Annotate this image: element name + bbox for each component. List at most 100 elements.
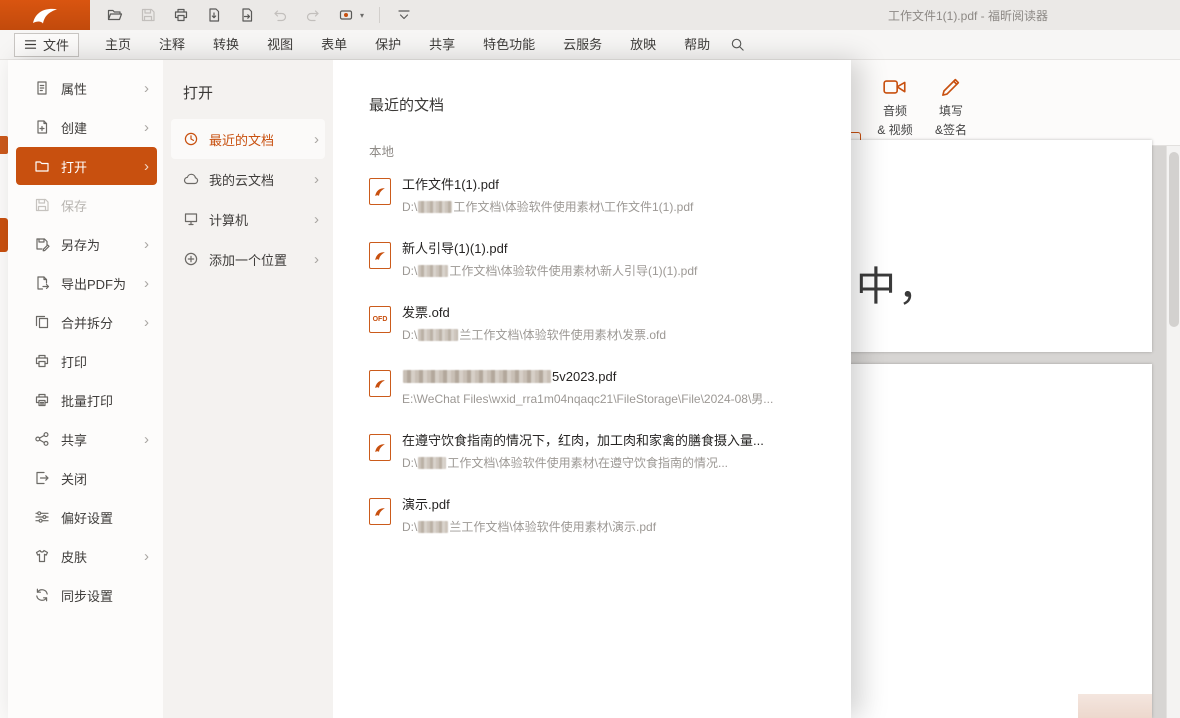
tab-comment[interactable]: 注释 [145, 30, 199, 60]
tab-share[interactable]: 共享 [415, 30, 469, 60]
save-icon[interactable] [139, 6, 157, 24]
page-export-down-icon[interactable] [205, 6, 223, 24]
pdf-file-icon [369, 434, 391, 461]
sidebar-item-save-as[interactable]: 另存为 › [16, 225, 157, 263]
quick-tool-icon[interactable] [337, 6, 355, 24]
scrollbar-thumb[interactable] [1169, 152, 1179, 327]
tab-protect[interactable]: 保护 [361, 30, 415, 60]
file-name: 新人引导(1)(1).pdf [402, 240, 507, 257]
redo-icon[interactable] [304, 6, 322, 24]
partial-orange-icon [0, 136, 8, 154]
ofd-file-icon: OFD [369, 306, 391, 333]
customize-toolbar-icon[interactable] [395, 6, 413, 24]
undo-icon[interactable] [271, 6, 289, 24]
sidebar-item-open[interactable]: 打开 › [16, 147, 157, 185]
pencil-icon [922, 68, 980, 100]
partial-orange-icon [0, 218, 8, 252]
redacted-segment [418, 329, 458, 341]
tab-cloud[interactable]: 云服务 [549, 30, 616, 60]
recent-file-row[interactable]: 新人引导(1)(1).pdf D:\工作文档\体验软件使用素材\新人引导(1)(… [369, 240, 851, 290]
open-icon [34, 158, 50, 174]
tab-present[interactable]: 放映 [616, 30, 670, 60]
chevron-right-icon: › [144, 158, 149, 175]
sidebar-item-combine-split[interactable]: 合并拆分 › [16, 303, 157, 341]
file-path: D:\工作文档\体验软件使用素材\在遵守饮食指南的情况... [402, 454, 764, 471]
open-panel: 打开 最近的文档 › 我的云文档 › 计算机 › 添加一个位置 › [163, 60, 333, 718]
chevron-right-icon: › [314, 131, 319, 148]
preferences-icon [34, 509, 50, 525]
foxit-logo[interactable] [0, 0, 90, 30]
open-file-icon[interactable] [106, 6, 124, 24]
recent-group-label: 本地 [369, 141, 851, 160]
sidebar-item-share[interactable]: 共享 › [16, 420, 157, 458]
recent-file-row[interactable]: 在遵守饮食指南的情况下，红肉，加工肉和家禽的膳食摄入量... D:\工作文档\体… [369, 432, 851, 482]
sync-icon [34, 587, 50, 603]
file-path: D:\兰工作文档\体验软件使用素材\演示.pdf [402, 518, 656, 535]
fill-sign-button[interactable]: 填写 &签名 [922, 68, 980, 138]
tab-help[interactable]: 帮助 [670, 30, 724, 60]
chevron-right-icon: › [144, 119, 149, 136]
hamburger-icon [24, 38, 37, 51]
sidebar-item-sync[interactable]: 同步设置 [16, 576, 157, 614]
sidebar-item-batch-print[interactable]: 批量打印 [16, 381, 157, 419]
pdf-file-icon [369, 178, 391, 205]
sidebar-item-create[interactable]: 创建 › [16, 108, 157, 146]
vertical-scrollbar[interactable] [1166, 146, 1180, 718]
open-item-cloud[interactable]: 我的云文档 › [171, 159, 325, 199]
file-name: 在遵守饮食指南的情况下，红肉，加工肉和家禽的膳食摄入量... [402, 432, 764, 449]
sidebar-item-close[interactable]: 关闭 [16, 459, 157, 497]
save-as-icon [34, 236, 50, 252]
properties-icon [34, 80, 50, 96]
audio-video-button[interactable]: 音频 & 视频 [866, 68, 924, 138]
page-export-right-icon[interactable] [238, 6, 256, 24]
sidebar-item-properties[interactable]: 属性 › [16, 69, 157, 107]
recent-panel-title: 最近的文档 [369, 94, 851, 115]
recent-documents-panel: 最近的文档 本地 工作文件1(1).pdf D:\工作文档\体验软件使用素材\工… [333, 60, 851, 718]
redacted-segment [403, 370, 551, 383]
pdf-file-icon [369, 242, 391, 269]
file-path: D:\工作文档\体验软件使用素材\工作文件1(1).pdf [402, 198, 693, 215]
sidebar-item-export-pdf[interactable]: 导出PDF为 › [16, 264, 157, 302]
file-menu-sidebar: 属性 › 创建 › 打开 › 保存 另存为 › [8, 60, 163, 718]
fox-icon [30, 4, 60, 26]
sidebar-item-save[interactable]: 保存 [16, 186, 157, 224]
print-icon[interactable] [172, 6, 190, 24]
menubar: 文件 主页 注释 转换 视图 表单 保护 共享 特色功能 云服务 放映 帮助 [0, 30, 1180, 60]
quick-tool-dropdown-icon[interactable]: ▾ [360, 11, 364, 20]
chevron-right-icon: › [144, 275, 149, 292]
recent-file-row[interactable]: OFD 发票.ofd D:\兰工作文档\体验软件使用素材\发票.ofd [369, 304, 851, 354]
sidebar-item-preferences[interactable]: 偏好设置 [16, 498, 157, 536]
add-place-icon [183, 251, 199, 267]
quick-access-toolbar: ▾ [106, 6, 413, 24]
recent-file-row[interactable]: 5v2023.pdf E:\WeChat Files\wxid_rra1m04n… [369, 368, 851, 418]
open-item-computer[interactable]: 计算机 › [171, 199, 325, 239]
sidebar-item-print[interactable]: 打印 [16, 342, 157, 380]
close-doc-icon [34, 470, 50, 486]
combine-split-icon [34, 314, 50, 330]
left-edge-strip [0, 60, 8, 718]
tab-features[interactable]: 特色功能 [469, 30, 549, 60]
file-menu-button[interactable]: 文件 [14, 33, 79, 57]
tab-convert[interactable]: 转换 [199, 30, 253, 60]
open-item-recent[interactable]: 最近的文档 › [171, 119, 325, 159]
chevron-right-icon: › [144, 548, 149, 565]
redacted-segment [418, 457, 446, 469]
chevron-right-icon: › [314, 211, 319, 228]
export-pdf-icon [34, 275, 50, 291]
tab-form[interactable]: 表单 [307, 30, 361, 60]
file-name: 5v2023.pdf [552, 368, 616, 385]
document-image-fragment [1078, 694, 1152, 718]
search-icon[interactable] [730, 37, 745, 52]
video-camera-icon [866, 68, 924, 100]
tab-view[interactable]: 视图 [253, 30, 307, 60]
recent-file-row[interactable]: 工作文件1(1).pdf D:\工作文档\体验软件使用素材\工作文件1(1).p… [369, 176, 851, 226]
file-name: 工作文件1(1).pdf [402, 176, 499, 193]
window-title: 工作文件1(1).pdf - 福昕阅读器 [888, 0, 1048, 30]
cloud-icon [183, 171, 199, 187]
sidebar-item-skin[interactable]: 皮肤 › [16, 537, 157, 575]
file-path: D:\兰工作文档\体验软件使用素材\发票.ofd [402, 326, 666, 343]
tab-home[interactable]: 主页 [91, 30, 145, 60]
open-item-add-place[interactable]: 添加一个位置 › [171, 239, 325, 279]
recent-file-row[interactable]: 演示.pdf D:\兰工作文档\体验软件使用素材\演示.pdf [369, 496, 851, 546]
file-name: 演示.pdf [402, 496, 450, 513]
